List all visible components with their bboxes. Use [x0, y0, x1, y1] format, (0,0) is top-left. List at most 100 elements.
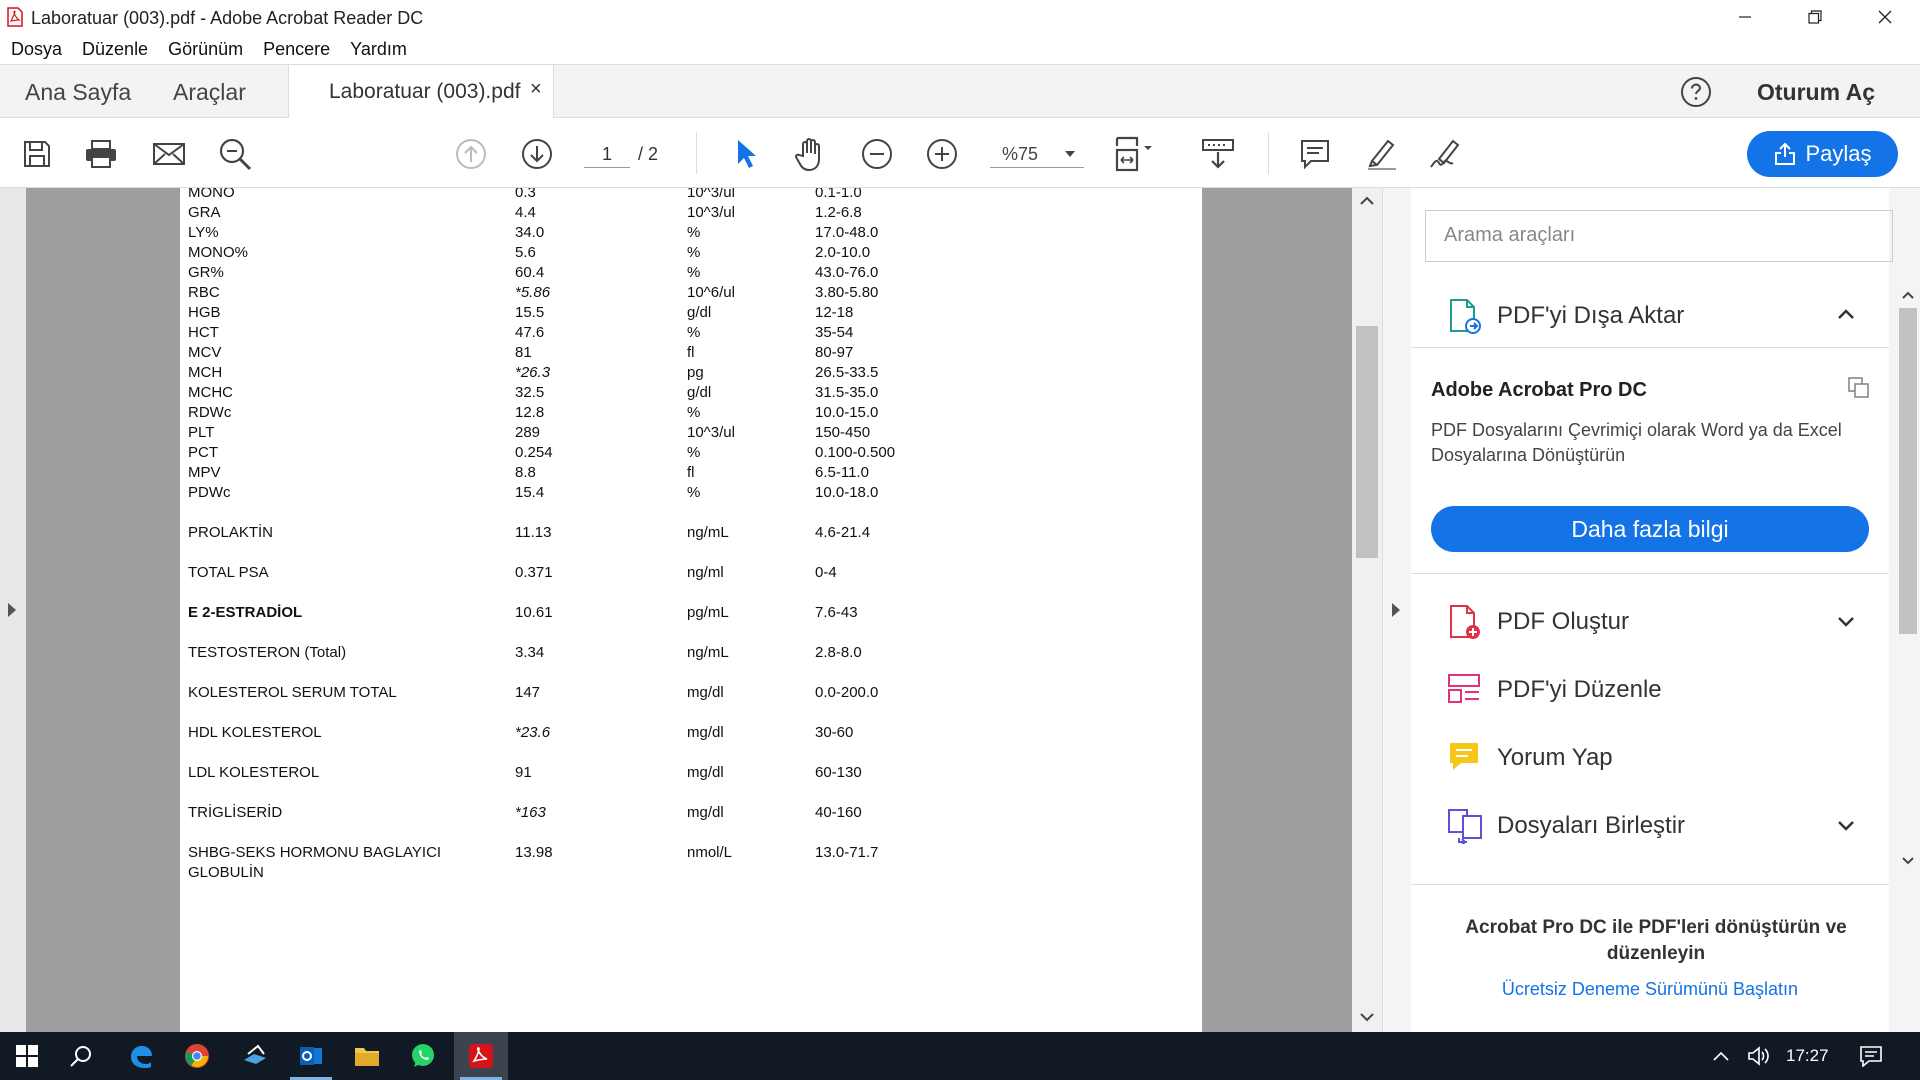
- lab-range-cell: 0-4: [815, 564, 837, 581]
- print-icon[interactable]: [81, 134, 121, 174]
- menu-help[interactable]: Yardım: [350, 39, 407, 60]
- whatsapp-icon[interactable]: [396, 1032, 450, 1080]
- chevron-down-icon[interactable]: [1837, 820, 1855, 832]
- tool-edit-pdf[interactable]: PDF'yi Düzenle: [1411, 660, 1889, 718]
- lab-range-cell: 3.80-5.80: [815, 284, 879, 301]
- sign-icon[interactable]: [1427, 134, 1467, 174]
- next-page-icon[interactable]: [517, 134, 557, 174]
- copy-icon[interactable]: [1847, 376, 1871, 400]
- previous-page-icon[interactable]: [451, 134, 491, 174]
- restore-button[interactable]: [1780, 0, 1850, 34]
- lab-range-cell: 10.0-18.0: [815, 484, 879, 501]
- lab-unit-cell: fl: [687, 344, 695, 361]
- close-tab-icon[interactable]: ×: [530, 78, 542, 101]
- more-info-button[interactable]: Daha fazla bilgi: [1431, 506, 1869, 552]
- scroll-down-icon[interactable]: [1360, 1012, 1374, 1022]
- notifications-icon[interactable]: [1844, 1032, 1898, 1080]
- lab-result-row: PROLAKTİN 11.13 ng/mL 4.6-21.4: [180, 524, 1202, 546]
- tools-pane-scrollbar[interactable]: [1897, 288, 1919, 865]
- chrome-browser-icon[interactable]: [170, 1032, 224, 1080]
- tool-comment[interactable]: Yorum Yap: [1411, 728, 1889, 786]
- acrobat-reader-taskbar-icon[interactable]: [454, 1032, 508, 1080]
- zoom-out-icon[interactable]: [857, 134, 897, 174]
- close-window-button[interactable]: [1850, 0, 1920, 34]
- lab-range-cell: 7.6-43: [815, 604, 858, 621]
- lab-range-cell: 26.5-33.5: [815, 364, 879, 381]
- lab-value-cell: 13.98: [515, 844, 553, 861]
- search-icon[interactable]: [54, 1032, 108, 1080]
- menu-window[interactable]: Pencere: [263, 39, 330, 60]
- zoom-in-icon[interactable]: [922, 134, 962, 174]
- chevron-down-icon[interactable]: [1837, 616, 1855, 628]
- tab-document[interactable]: Laboratuar (003).pdf ×: [288, 65, 554, 119]
- save-icon[interactable]: [17, 134, 57, 174]
- outlook-icon[interactable]: [284, 1032, 338, 1080]
- volume-icon[interactable]: [1732, 1032, 1786, 1080]
- scroll-up-icon[interactable]: [1360, 196, 1374, 206]
- toolbar-divider: [696, 132, 697, 174]
- share-label: Paylaş: [1805, 141, 1872, 166]
- scroll-down-icon[interactable]: [1897, 854, 1919, 868]
- lab-result-row: LDL KOLESTEROL 91 mg/dl 60-130: [180, 764, 1202, 786]
- menu-edit[interactable]: Düzenle: [82, 39, 148, 60]
- hand-tool-icon[interactable]: [791, 134, 831, 174]
- edge-browser-icon[interactable]: [114, 1032, 168, 1080]
- lab-name-cell: PDWc: [188, 484, 231, 501]
- document-viewer[interactable]: MONO 0.3 10^3/ul 0.1-1.0 GRA 4.4 10^3/ul 1.2-6.…: [0, 188, 1382, 1032]
- email-icon[interactable]: [149, 134, 189, 174]
- zoom-dropdown-icon[interactable]: [1050, 134, 1090, 174]
- taskbar-app-icon[interactable]: [228, 1032, 282, 1080]
- minimize-button[interactable]: [1710, 0, 1780, 34]
- lab-range-cell: 10.0-15.0: [815, 404, 879, 421]
- expand-left-pane-icon[interactable]: [7, 602, 17, 618]
- start-button[interactable]: [0, 1032, 54, 1080]
- lab-unit-cell: pg: [687, 364, 704, 381]
- document-tab-label: Laboratuar (003).pdf: [329, 80, 521, 103]
- fit-page-icon[interactable]: [1114, 134, 1154, 174]
- collapse-right-pane-icon[interactable]: [1391, 602, 1401, 618]
- start-trial-link[interactable]: Ücretsiz Deneme Sürümünü Başlatın: [1411, 979, 1889, 1000]
- lab-range-cell: 35-54: [815, 324, 854, 341]
- export-pdf-header[interactable]: PDF'yi Dışa Aktar: [1411, 284, 1889, 348]
- find-zoom-icon[interactable]: [215, 134, 255, 174]
- lab-unit-cell: mg/dl: [687, 724, 724, 741]
- tool-label: PDF Oluştur: [1497, 608, 1630, 635]
- pdf-page[interactable]: MONO 0.3 10^3/ul 0.1-1.0 GRA 4.4 10^3/ul 1.2-6.…: [180, 188, 1202, 1032]
- lab-value-cell: 0.254: [515, 444, 553, 461]
- lab-value-cell: *163: [515, 804, 546, 821]
- windows-logo-icon: [16, 1045, 38, 1067]
- menu-file[interactable]: Dosya: [11, 39, 62, 60]
- left-nav-pane[interactable]: [0, 188, 26, 1032]
- chevron-up-icon[interactable]: [1837, 308, 1855, 320]
- lab-unit-cell: %: [687, 264, 701, 281]
- search-tools-input[interactable]: Arama araçları: [1425, 210, 1893, 262]
- combine-files-icon: [1447, 808, 1483, 844]
- page-number-input[interactable]: 1: [584, 140, 630, 168]
- select-tool-icon[interactable]: [726, 134, 766, 174]
- tab-tools[interactable]: Araçlar: [173, 79, 246, 106]
- sign-in-link[interactable]: Oturum Aç: [1757, 79, 1875, 106]
- scrollbar-thumb[interactable]: [1899, 308, 1917, 634]
- tab-home[interactable]: Ana Sayfa: [25, 79, 131, 106]
- tool-combine-files[interactable]: Dosyaları Birleştir: [1411, 796, 1889, 854]
- scrolling-mode-icon[interactable]: [1198, 134, 1238, 174]
- comment-icon[interactable]: [1295, 134, 1335, 174]
- lab-unit-cell: ng/mL: [687, 644, 729, 661]
- file-explorer-icon[interactable]: [340, 1032, 394, 1080]
- scroll-up-icon[interactable]: [1897, 288, 1919, 302]
- search-tools-placeholder: Arama araçları: [1444, 224, 1576, 246]
- document-scrollbar[interactable]: [1352, 188, 1382, 1032]
- help-icon[interactable]: [1680, 76, 1712, 108]
- share-button[interactable]: Paylaş: [1747, 131, 1898, 177]
- acrobat-pdf-icon: [6, 7, 24, 27]
- tool-label: Dosyaları Birleştir: [1497, 812, 1686, 839]
- menu-view[interactable]: Görünüm: [168, 39, 243, 60]
- product-title: Adobe Acrobat Pro DC: [1431, 379, 1647, 401]
- highlight-icon[interactable]: [1361, 134, 1401, 174]
- taskbar-clock[interactable]: 17:27: [1786, 1046, 1829, 1066]
- lab-name-cell: RBC: [188, 284, 220, 301]
- window-title: Laboratuar (003).pdf - Adobe Acrobat Rea…: [31, 8, 424, 28]
- scrollbar-thumb[interactable]: [1356, 326, 1378, 558]
- lab-name-cell: MCH: [188, 364, 223, 381]
- tool-create-pdf[interactable]: PDF Oluştur: [1411, 592, 1889, 650]
